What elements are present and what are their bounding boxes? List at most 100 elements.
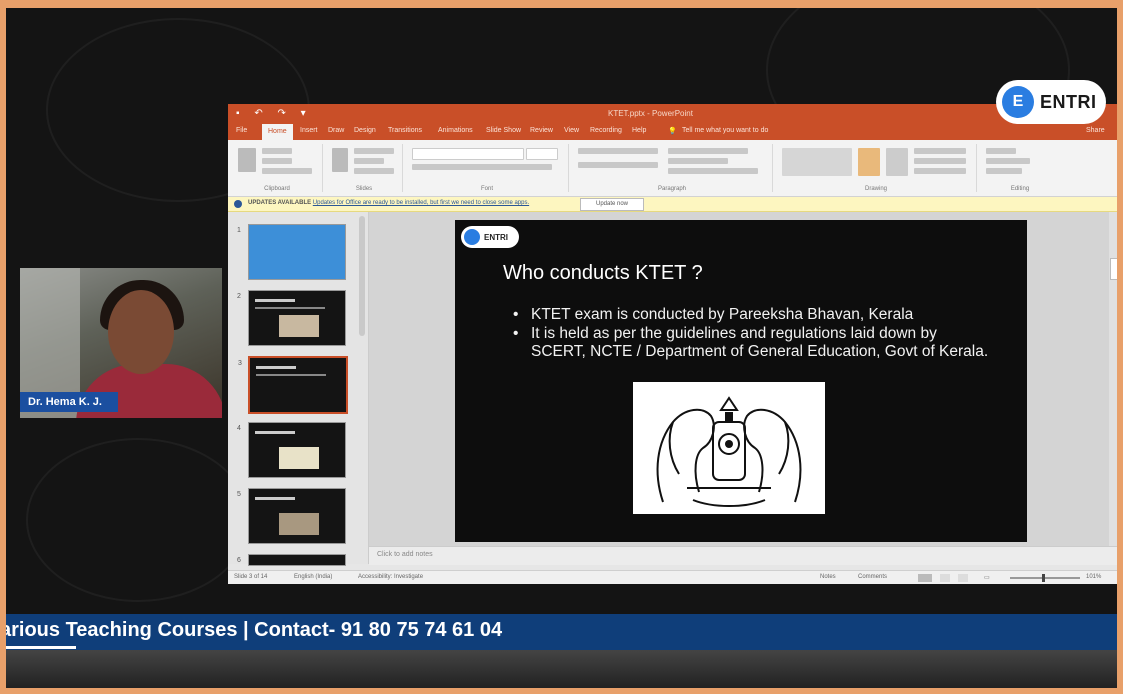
status-bar: Slide 3 of 14 English (India) Accessibil… — [228, 570, 1117, 584]
slide-sorter-icon[interactable] — [940, 574, 950, 582]
bottom-ticker: arious Teaching Courses | Contact- 91 80… — [6, 614, 1117, 650]
font-format-buttons[interactable] — [412, 164, 552, 170]
align-text-button[interactable] — [668, 158, 728, 164]
tab-slide-show[interactable]: Slide Show — [486, 127, 521, 134]
reset-button[interactable] — [354, 158, 384, 164]
ribbon-tabs: File Home Insert Draw Design Transitions… — [228, 124, 1117, 140]
reading-view-icon[interactable] — [958, 574, 968, 582]
update-label: UPDATES AVAILABLE — [248, 200, 312, 206]
normal-view-icon[interactable] — [918, 574, 932, 582]
video-frame: ▪ ↶ ↷ ▾ KTET.pptx - PowerPoint File Home… — [6, 8, 1117, 688]
tab-view[interactable]: View — [564, 127, 579, 134]
format-painter-button[interactable] — [262, 168, 312, 174]
entri-slide-logo: ENTRI — [461, 226, 519, 248]
tab-recording[interactable]: Recording — [590, 127, 622, 134]
select-button[interactable] — [986, 168, 1022, 174]
text-direction-button[interactable] — [668, 148, 748, 154]
replace-button[interactable] — [986, 158, 1030, 164]
shape-outline-button[interactable] — [914, 158, 966, 164]
editing-group: Editing — [980, 144, 1060, 192]
group-label: Paragraph — [657, 186, 687, 192]
tab-help[interactable]: Help — [632, 127, 646, 134]
section-button[interactable] — [354, 168, 394, 174]
entri-logo-icon — [464, 229, 480, 245]
slide-thumbnail[interactable]: 6 — [237, 554, 346, 566]
tab-review[interactable]: Review — [530, 127, 553, 134]
ticker-text: arious Teaching Courses | Contact- 91 80… — [6, 619, 503, 641]
paragraph-group: Paragraph — [572, 144, 773, 192]
shape-effects-button[interactable] — [914, 168, 966, 174]
new-slide-icon[interactable] — [332, 148, 348, 172]
tab-home[interactable]: Home — [262, 124, 293, 140]
emblem-icon — [656, 396, 802, 507]
share-button[interactable]: Share — [1086, 127, 1105, 134]
background-swirl — [26, 438, 250, 602]
tab-file[interactable]: File — [236, 127, 247, 134]
tell-me-search[interactable]: Tell me what you want to do — [682, 127, 768, 134]
group-label: Font — [480, 186, 493, 192]
bottom-band — [6, 650, 1117, 688]
tab-transitions[interactable]: Transitions — [388, 127, 422, 134]
find-button[interactable] — [986, 148, 1016, 154]
lightbulb-icon: 💡 — [668, 128, 677, 135]
quick-styles-button[interactable] — [886, 148, 908, 176]
bullet-item: It is held as per the guidelines and reg… — [513, 325, 993, 361]
paste-icon[interactable] — [238, 148, 256, 172]
powerpoint-window: ▪ ↶ ↷ ▾ KTET.pptx - PowerPoint File Home… — [228, 104, 1117, 584]
notes-pane[interactable]: Click to add notes — [369, 546, 1117, 565]
slide-thumbnails-pane: 1 2 3 4 5 6 — [228, 212, 369, 566]
comments-toggle[interactable]: Comments — [858, 574, 887, 580]
presenter-name-tag: Dr. Hema K. J. — [20, 392, 118, 412]
entri-logo-icon: E — [1002, 86, 1034, 118]
language-indicator[interactable]: English (India) — [294, 574, 332, 580]
ribbon: Clipboard Slides Font Paragraph Drawing … — [228, 140, 1117, 197]
cut-button[interactable] — [262, 148, 292, 154]
bullet-item: KTET exam is conducted by Pareeksha Bhav… — [513, 306, 993, 324]
layout-button[interactable] — [354, 148, 394, 154]
clipboard-group: Clipboard — [232, 144, 323, 192]
font-size-input[interactable] — [526, 148, 558, 160]
zoom-slider[interactable] — [1010, 574, 1080, 582]
slide-bullets[interactable]: KTET exam is conducted by Pareeksha Bhav… — [513, 306, 993, 362]
slide-counter: Slide 3 of 14 — [234, 574, 268, 580]
slide-thumbnail[interactable]: 1 — [237, 224, 346, 280]
group-label: Clipboard — [264, 186, 290, 192]
window-title: KTET.pptx - PowerPoint — [608, 109, 693, 118]
smartart-button[interactable] — [668, 168, 758, 174]
copy-button[interactable] — [262, 158, 292, 164]
drawing-group: Drawing — [776, 144, 977, 192]
tab-design[interactable]: Design — [354, 127, 376, 134]
shape-fill-button[interactable] — [914, 148, 966, 154]
brand-name: ENTRI — [1040, 91, 1097, 112]
list-buttons[interactable] — [578, 148, 658, 154]
slide-editor: ENTRI Who conducts KTET ? KTET exam is c… — [369, 212, 1117, 565]
group-label: Drawing — [864, 186, 887, 192]
slide-thumbnail[interactable]: 3 — [238, 356, 348, 414]
tab-insert[interactable]: Insert — [300, 127, 318, 134]
slideshow-icon[interactable]: ▭ — [984, 574, 990, 581]
notes-toggle[interactable]: Notes — [820, 574, 836, 580]
current-slide[interactable]: ENTRI Who conducts KTET ? KTET exam is c… — [455, 220, 1027, 542]
zoom-level[interactable]: 101% — [1086, 574, 1101, 580]
update-now-button[interactable]: Update now — [580, 198, 644, 211]
info-icon — [234, 200, 242, 208]
accessibility-indicator[interactable]: Accessibility: Investigate — [358, 574, 423, 580]
arrange-button[interactable] — [858, 148, 880, 176]
slides-group: Slides — [326, 144, 403, 192]
group-label: Slides — [355, 186, 373, 192]
font-group: Font — [406, 144, 569, 192]
slide-title[interactable]: Who conducts KTET ? — [503, 262, 703, 285]
quick-access-toolbar[interactable]: ▪ ↶ ↷ ▾ — [236, 108, 312, 119]
tab-draw[interactable]: Draw — [328, 127, 344, 134]
update-notification-bar: UPDATES AVAILABLE Updates for Office are… — [228, 197, 1117, 212]
shapes-gallery[interactable] — [782, 148, 852, 176]
align-buttons[interactable] — [578, 162, 658, 168]
font-name-input[interactable] — [412, 148, 524, 160]
slide-thumbnail[interactable]: 2 — [237, 290, 346, 346]
slide-thumbnail[interactable]: 4 — [237, 422, 346, 478]
slide-scrollbar[interactable] — [1109, 212, 1117, 546]
tab-animations[interactable]: Animations — [438, 127, 473, 134]
kerala-emblem-image[interactable] — [633, 382, 825, 514]
thumbnails-scrollbar[interactable] — [359, 216, 365, 336]
slide-thumbnail[interactable]: 5 — [237, 488, 346, 544]
